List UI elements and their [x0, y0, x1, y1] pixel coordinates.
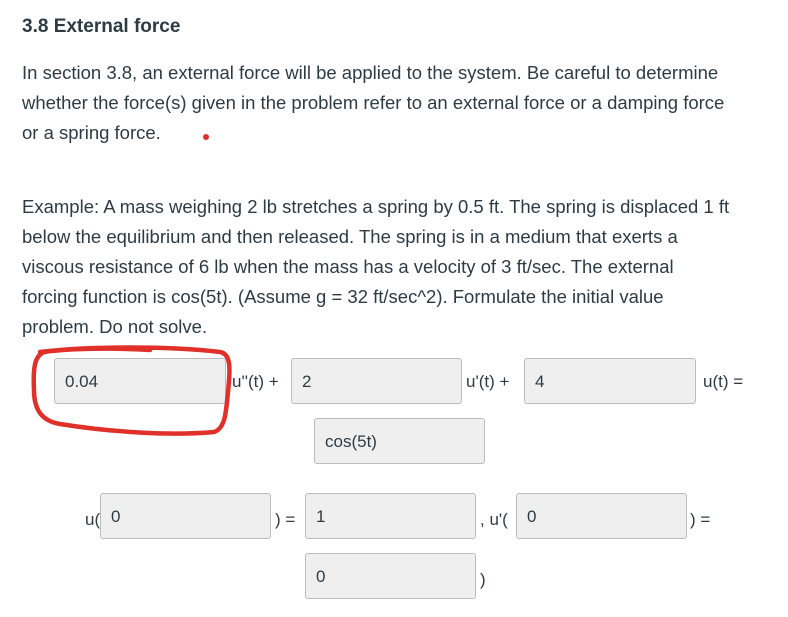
u-double-prime-label: u''(t) + — [232, 372, 279, 391]
u-equals-label: u(t) = — [703, 372, 744, 391]
u-prime-open-label: , u'( — [480, 510, 508, 529]
intro-line: or a spring force. — [22, 122, 161, 143]
example-line: Example: A mass weighing 2 lb stretches … — [22, 196, 730, 217]
u-prime-label: u'(t) + — [466, 372, 510, 391]
example-line: below the equilibrium and then released.… — [22, 226, 678, 247]
close-equals-label: ) = — [275, 510, 296, 529]
u-open-label: u( — [85, 510, 101, 529]
u-prime-value-input[interactable]: 0 — [305, 553, 476, 599]
mass-coefficient-input[interactable]: 0.04 — [54, 358, 226, 404]
annotation-dot — [203, 134, 209, 140]
example-line: forcing function is cos(5t). (Assume g =… — [22, 286, 664, 307]
u-value-input[interactable]: 1 — [305, 493, 476, 539]
u-prime-argument-input[interactable]: 0 — [516, 493, 687, 539]
u-argument-input[interactable]: 0 — [100, 493, 271, 539]
forcing-function-input[interactable]: cos(5t) — [314, 418, 485, 464]
intro-line: In section 3.8, an external force will b… — [22, 62, 719, 83]
close-paren-label: ) — [480, 570, 486, 589]
example-paragraph: Example: A mass weighing 2 lb stretches … — [22, 192, 782, 342]
intro-line: whether the force(s) given in the proble… — [22, 92, 725, 113]
example-line: viscous resistance of 6 lb when the mass… — [22, 256, 674, 277]
spring-coefficient-input[interactable]: 4 — [524, 358, 696, 404]
close-equals-label-2: ) = — [690, 510, 711, 529]
example-line: problem. Do not solve. — [22, 316, 208, 337]
intro-paragraph: In section 3.8, an external force will b… — [22, 58, 782, 148]
section-heading: 3.8 External force — [22, 16, 181, 37]
damping-coefficient-input[interactable]: 2 — [291, 358, 462, 404]
